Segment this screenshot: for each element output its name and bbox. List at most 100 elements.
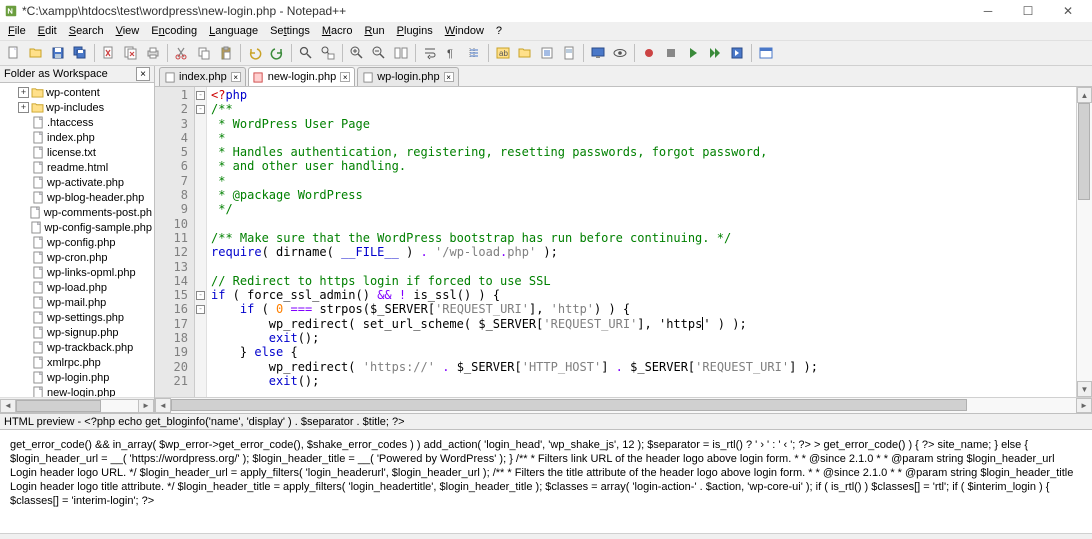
menu-edit[interactable]: Edit: [32, 23, 63, 39]
preview-icon[interactable]: [756, 43, 776, 63]
tree-item[interactable]: index.php: [0, 130, 154, 145]
menu-settings[interactable]: Settings: [264, 23, 316, 39]
tree-item[interactable]: wp-config.php: [0, 235, 154, 250]
tab-close-icon[interactable]: ×: [444, 72, 454, 82]
word-wrap-icon[interactable]: [420, 43, 440, 63]
tree-item[interactable]: readme.html: [0, 160, 154, 175]
tree-item[interactable]: wp-blog-header.php: [0, 190, 154, 205]
tree-item[interactable]: wp-load.php: [0, 280, 154, 295]
close-file-icon[interactable]: [99, 43, 119, 63]
menu-view[interactable]: View: [110, 23, 146, 39]
editor-hscroll[interactable]: ◄ ►: [155, 397, 1092, 413]
fold-column[interactable]: ----: [195, 87, 207, 397]
file-tree[interactable]: + wp-content+wp-includes.htaccessindex.ph…: [0, 83, 154, 397]
eye-icon[interactable]: [610, 43, 630, 63]
redo-icon[interactable]: [267, 43, 287, 63]
tree-item[interactable]: wp-mail.php: [0, 295, 154, 310]
menu-language[interactable]: Language: [203, 23, 264, 39]
tab-wp-login-php[interactable]: wp-login.php×: [357, 67, 458, 86]
undo-icon[interactable]: [245, 43, 265, 63]
sidebar-hscroll[interactable]: ◄ ►: [0, 397, 154, 413]
save-macro-icon[interactable]: [727, 43, 747, 63]
play-macro-icon[interactable]: [683, 43, 703, 63]
tab-bar: index.php×new-login.php×wp-login.php×: [155, 66, 1092, 87]
tab-close-icon[interactable]: ×: [340, 72, 350, 82]
doc-map-icon[interactable]: [559, 43, 579, 63]
scroll-thumb[interactable]: [171, 399, 967, 411]
file-icon: [31, 266, 45, 279]
minimize-button[interactable]: ─: [968, 1, 1008, 21]
scroll-thumb[interactable]: [16, 400, 101, 412]
open-file-icon[interactable]: [26, 43, 46, 63]
paste-icon[interactable]: [216, 43, 236, 63]
scroll-left-icon[interactable]: ◄: [0, 399, 16, 413]
tree-item[interactable]: wp-activate.php: [0, 175, 154, 190]
scroll-right-icon[interactable]: ►: [138, 399, 154, 413]
menu-help[interactable]: ?: [490, 23, 508, 39]
tree-label: xmlrpc.php: [47, 357, 101, 369]
tab-index-php[interactable]: index.php×: [159, 67, 246, 86]
new-file-icon[interactable]: [4, 43, 24, 63]
save-icon[interactable]: [48, 43, 68, 63]
indent-guide-icon[interactable]: [464, 43, 484, 63]
tree-item[interactable]: new-login.php: [0, 385, 154, 397]
menu-window[interactable]: Window: [439, 23, 490, 39]
app-icon: [4, 4, 18, 18]
lang-btn-icon[interactable]: ab: [493, 43, 513, 63]
tree-item[interactable]: + wp-content: [0, 85, 154, 100]
play-multi-icon[interactable]: [705, 43, 725, 63]
function-list-icon[interactable]: [537, 43, 557, 63]
tree-item[interactable]: wp-login.php: [0, 370, 154, 385]
save-all-icon[interactable]: [70, 43, 90, 63]
stop-macro-icon[interactable]: [661, 43, 681, 63]
tree-item[interactable]: wp-comments-post.ph: [0, 205, 154, 220]
find-icon[interactable]: [296, 43, 316, 63]
tree-item[interactable]: wp-settings.php: [0, 310, 154, 325]
scroll-up-icon[interactable]: ▲: [1077, 87, 1092, 103]
tree-label: wp-content: [46, 87, 100, 99]
copy-icon[interactable]: [194, 43, 214, 63]
menu-encoding[interactable]: Encoding: [145, 23, 203, 39]
maximize-button[interactable]: ☐: [1008, 1, 1048, 21]
record-macro-icon[interactable]: [639, 43, 659, 63]
tree-item[interactable]: license.txt: [0, 145, 154, 160]
tree-item[interactable]: wp-cron.php: [0, 250, 154, 265]
close-button[interactable]: ✕: [1048, 1, 1088, 21]
sidebar-close-icon[interactable]: ×: [136, 67, 150, 81]
zoom-out-icon[interactable]: [369, 43, 389, 63]
tab-close-icon[interactable]: ×: [231, 72, 241, 82]
scroll-right-icon[interactable]: ►: [1076, 398, 1092, 413]
tab-new-login-php[interactable]: new-login.php×: [248, 67, 356, 86]
scroll-down-icon[interactable]: ▼: [1077, 381, 1092, 397]
replace-icon[interactable]: [318, 43, 338, 63]
scroll-left-icon[interactable]: ◄: [155, 398, 171, 413]
file-icon: [31, 251, 45, 264]
close-all-icon[interactable]: [121, 43, 141, 63]
cut-icon[interactable]: [172, 43, 192, 63]
show-all-chars-icon[interactable]: ¶: [442, 43, 462, 63]
menu-file[interactable]: File: [2, 23, 32, 39]
tree-toggle-icon[interactable]: +: [18, 87, 29, 98]
tree-item[interactable]: wp-trackback.php: [0, 340, 154, 355]
print-icon[interactable]: [143, 43, 163, 63]
tree-item[interactable]: wp-links-opml.php: [0, 265, 154, 280]
tree-item[interactable]: xmlrpc.php: [0, 355, 154, 370]
tree-item[interactable]: +wp-includes: [0, 100, 154, 115]
editor-vscroll[interactable]: ▲ ▼: [1076, 87, 1092, 397]
tree-label: wp-login.php: [47, 372, 109, 384]
menu-macro[interactable]: Macro: [316, 23, 359, 39]
menu-plugins[interactable]: Plugins: [391, 23, 439, 39]
code-content[interactable]: <?php/** * WordPress User Page * * Handl…: [207, 87, 1076, 397]
menu-run[interactable]: Run: [358, 23, 390, 39]
tree-item[interactable]: wp-config-sample.php: [0, 220, 154, 235]
tree-label: license.txt: [47, 147, 96, 159]
zoom-in-icon[interactable]: [347, 43, 367, 63]
sync-scroll-icon[interactable]: [391, 43, 411, 63]
monitor-icon[interactable]: [588, 43, 608, 63]
folder-workspace-icon[interactable]: [515, 43, 535, 63]
scroll-thumb[interactable]: [1078, 103, 1090, 200]
menu-search[interactable]: Search: [63, 23, 110, 39]
tree-item[interactable]: wp-signup.php: [0, 325, 154, 340]
tree-toggle-icon[interactable]: +: [18, 102, 29, 113]
tree-item[interactable]: .htaccess: [0, 115, 154, 130]
